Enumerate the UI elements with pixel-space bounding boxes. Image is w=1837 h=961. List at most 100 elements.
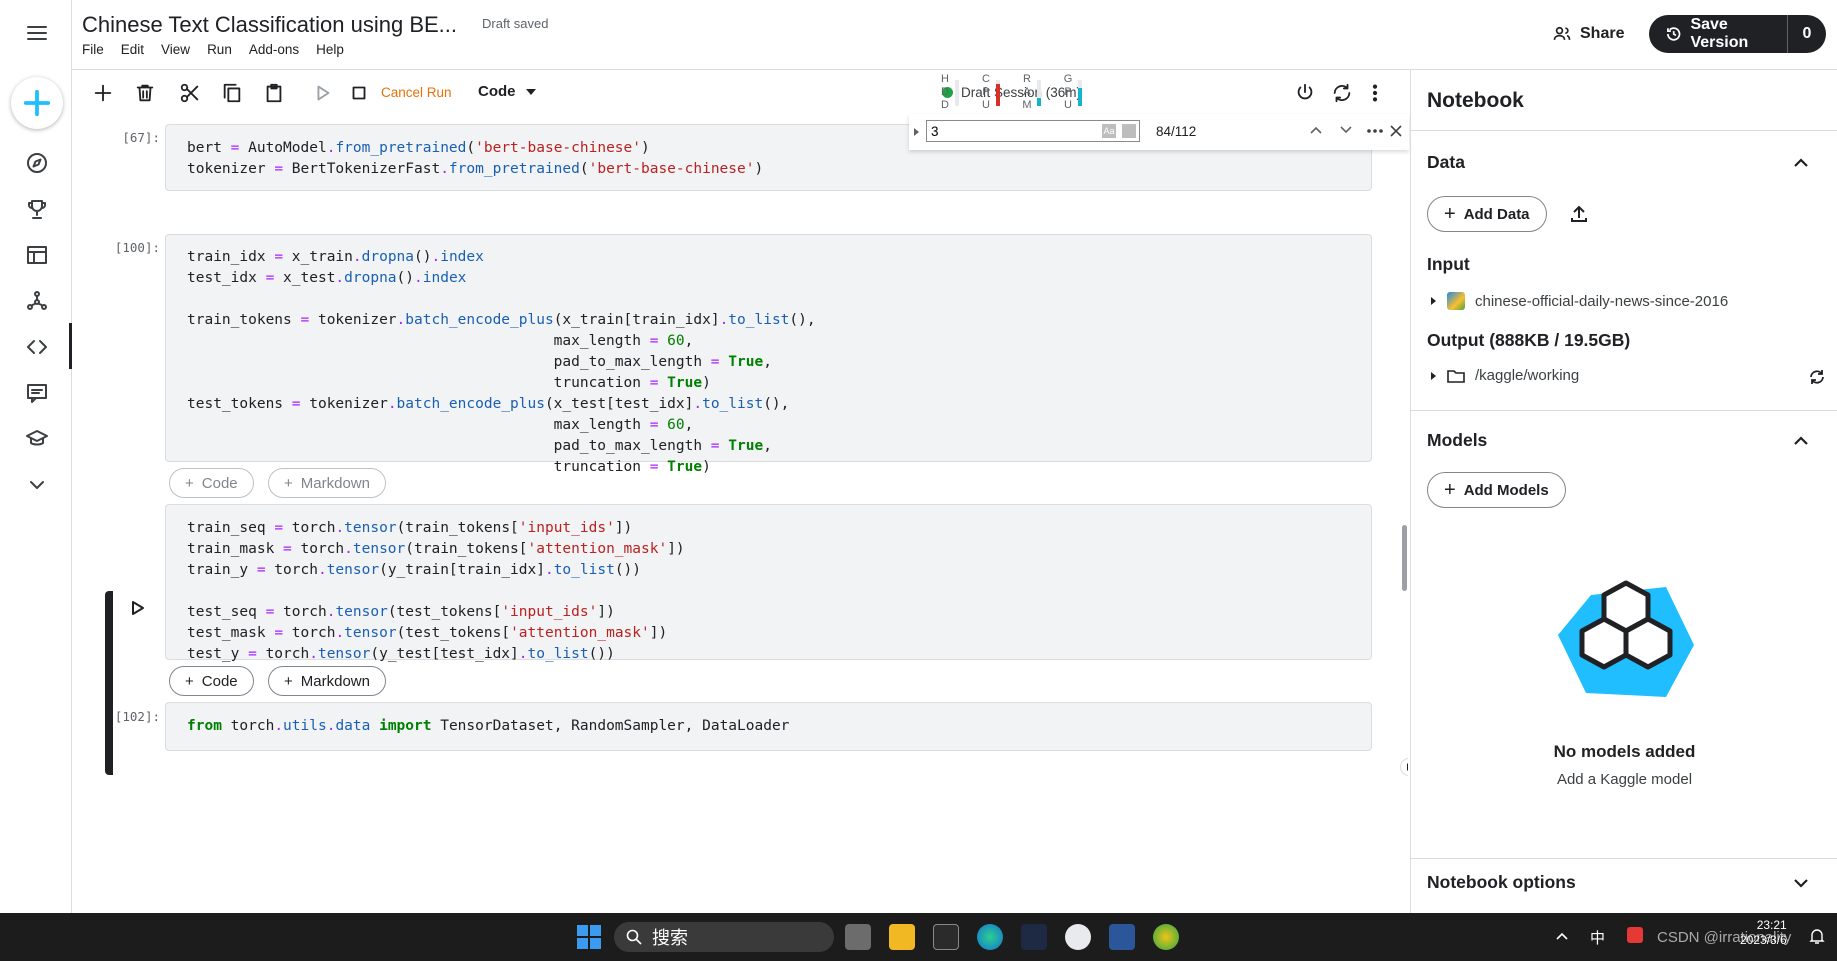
session-status[interactable]: Draft Session (36m) [942,85,1081,100]
windows-taskbar: 搜索 中 CSDN @irrationality 23:21 2023/3/6 [0,913,1837,961]
resource-meter-bar[interactable] [1037,80,1041,106]
models-section-header[interactable]: Models [1427,430,1487,451]
models-icon[interactable] [20,284,54,318]
tray-overflow-icon[interactable] [1556,931,1568,941]
discussion-icon[interactable] [20,376,54,410]
code-icon[interactable] [20,330,54,364]
output-dir-row[interactable]: /kaggle/working [1431,367,1579,384]
cell-type-select[interactable]: Code [478,83,536,100]
input-section-header: Input [1427,254,1470,274]
cut-icon[interactable] [177,80,203,106]
clock-date: 2023/3/6 [1740,933,1787,947]
notebook-toolbar: Cancel Run Code Draft Session (36m) HDD C… [72,70,1412,116]
cell-source[interactable]: train_seq = torch.tensor(train_tokens['i… [187,518,685,665]
add-markdown-cell-button[interactable]: + Markdown [268,468,386,498]
chevron-down-icon[interactable] [1339,125,1353,135]
resource-meter-bar[interactable] [955,80,959,106]
caret-right-icon[interactable] [1431,371,1437,380]
windows-start-icon[interactable] [577,925,601,949]
add-cell-icon[interactable] [90,80,116,106]
taskbar-search[interactable]: 搜索 [614,922,834,952]
compass-icon[interactable] [20,146,54,180]
scrollbar-thumb[interactable] [1402,525,1407,591]
expand-panel-button[interactable] [1400,758,1408,776]
chevron-down-icon[interactable] [20,468,54,502]
notebook-title[interactable]: Chinese Text Classification using BE... [82,12,457,38]
add-models-label: Add Models [1463,481,1549,499]
notification-icon[interactable] [1808,927,1826,945]
no-models-subtitle: Add a Kaggle model [1556,771,1693,788]
sogou-icon[interactable] [1627,927,1643,943]
code-cell[interactable]: train_idx = x_train.dropna().index test_… [165,234,1372,475]
table-icon[interactable] [20,238,54,272]
share-label: Share [1580,25,1625,42]
menu-edit[interactable]: Edit [121,42,144,57]
word-icon[interactable] [1109,924,1135,950]
dataset-thumbnail [1447,292,1465,310]
add-models-button[interactable]: + Add Models [1427,472,1566,508]
clock-time: 23:21 [1756,918,1787,932]
dataset-name: chinese-official-daily-news-since-2016 [1475,292,1729,310]
more-horizontal-icon[interactable] [1366,128,1384,134]
menu-file[interactable]: File [82,42,104,57]
save-version-button[interactable]: Save Version 0 [1649,15,1826,53]
trophy-icon[interactable] [20,192,54,226]
task-view-icon[interactable] [845,924,871,950]
restart-icon[interactable] [1329,80,1355,106]
create-button[interactable] [11,77,63,129]
add-code-cell-button[interactable]: + Code [169,666,254,696]
code-cell[interactable]: from torch.utils.data import TensorDatas… [165,702,1372,751]
notebook-options-header[interactable]: Notebook options [1427,872,1576,893]
menu-add-ons[interactable]: Add-ons [249,42,299,57]
copy-icon[interactable] [219,80,245,106]
close-icon[interactable] [1390,125,1402,137]
add-markdown-cell-button[interactable]: + Markdown [268,666,386,696]
cell-source[interactable]: bert = AutoModel.from_pretrained('bert-b… [187,138,763,180]
resource-meter-label: GPU [1063,73,1073,111]
power-icon[interactable] [1292,80,1318,106]
models-empty-illustration [1558,580,1694,697]
match-case-icon[interactable]: Aa [1102,124,1116,138]
menu-icon[interactable] [20,16,54,50]
edge-browser-icon[interactable] [977,924,1003,950]
file-explorer-icon[interactable] [889,924,915,950]
more-options-icon[interactable] [1362,80,1388,106]
add-code-cell-button[interactable]: + Code [169,468,254,498]
chevron-up-icon[interactable] [1309,125,1323,135]
regex-icon[interactable] [1122,124,1136,138]
system-clock[interactable]: 23:21 2023/3/6 [1740,918,1787,948]
resource-meter-fill [1078,88,1082,106]
caret-right-icon[interactable] [1431,297,1437,305]
app-icon[interactable] [1021,924,1047,950]
terminal-icon[interactable] [933,924,959,950]
resource-meter-bar[interactable] [1078,80,1082,106]
ime-indicator[interactable]: 中 [1590,927,1605,948]
code-cell-active[interactable]: train_seq = torch.tensor(train_tokens['i… [165,504,1372,662]
learn-icon[interactable] [20,422,54,456]
menu-run[interactable]: Run [207,42,232,57]
stop-icon[interactable] [346,80,372,106]
expand-replace-icon[interactable] [914,128,920,136]
resource-meter-bar[interactable] [996,80,1000,106]
cell-source[interactable]: train_idx = x_train.dropna().index test_… [187,247,816,478]
chevron-up-icon[interactable] [1791,431,1811,451]
plus-icon: + [185,672,194,690]
menu-help[interactable]: Help [316,42,344,57]
add-data-button[interactable]: + Add Data [1427,196,1547,232]
menu-view[interactable]: View [161,42,190,57]
chevron-down-icon[interactable] [1791,873,1811,893]
input-dataset-row[interactable]: chinese-official-daily-news-since-2016 [1431,292,1728,310]
run-cell-button[interactable] [130,600,146,621]
delete-icon[interactable] [132,80,158,106]
cell-source[interactable]: from torch.utils.data import TensorDatas… [187,716,789,737]
chrome-like-icon[interactable] [1065,924,1091,950]
upload-icon[interactable] [1569,204,1589,224]
edge-dev-icon[interactable] [1153,924,1179,950]
paste-icon[interactable] [261,80,287,106]
share-button[interactable]: Share [1552,18,1624,50]
refresh-icon[interactable] [1808,368,1826,386]
cancel-run-button[interactable]: Cancel Run [381,85,452,100]
data-section-header[interactable]: Data [1427,152,1465,173]
chevron-up-icon[interactable] [1791,153,1811,173]
run-icon[interactable] [310,80,336,106]
